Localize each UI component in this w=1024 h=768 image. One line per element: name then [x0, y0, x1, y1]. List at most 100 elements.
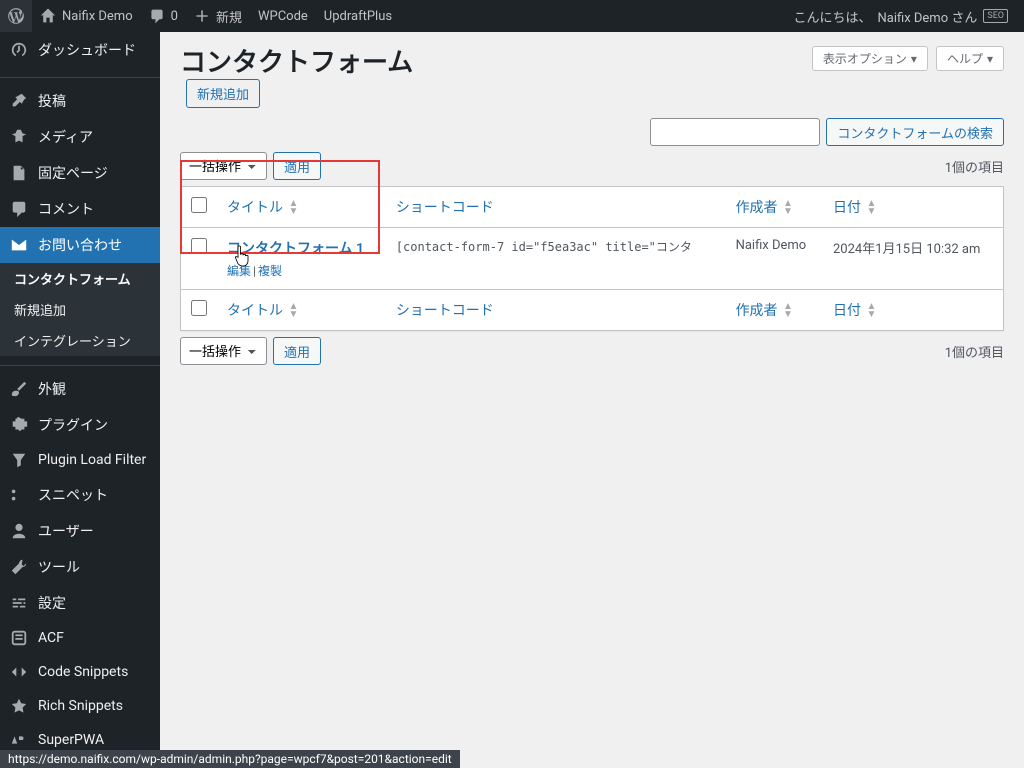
submenu-integration[interactable]: インテグレーション	[0, 325, 160, 356]
search-input[interactable]	[650, 118, 820, 146]
wp-body: コンタクトフォーム 新規追加 表示オプション ▾ ヘルプ ▾ コンタクトフォーム…	[160, 32, 1024, 768]
forms-table: タイトル ▲▼ ショートコード 作成者 ▲▼ 日付 ▲▼ コンタクトフォーム 1…	[180, 186, 1004, 331]
col-shortcode-head: ショートコード	[386, 187, 726, 228]
chevron-down-icon: ▾	[987, 52, 993, 66]
col-author-label: 作成者	[736, 303, 778, 319]
submenu-add-new[interactable]: 新規追加	[0, 294, 160, 325]
screen-options-button[interactable]: 表示オプション ▾	[812, 46, 928, 71]
user-display-name: Naifix Demo さん	[877, 7, 977, 26]
comment-icon	[149, 8, 165, 24]
submenu-contact-forms[interactable]: コンタクトフォーム	[0, 263, 160, 294]
col-author-label: 作成者	[736, 200, 778, 216]
apply-button-top[interactable]: 適用	[273, 152, 321, 180]
menu-label: Plugin Load Filter	[38, 452, 146, 468]
col-author-head[interactable]: 作成者 ▲▼	[726, 187, 823, 228]
search-button[interactable]: コンタクトフォームの検索	[826, 118, 1004, 146]
sliders-icon	[10, 594, 28, 612]
menu-plugins[interactable]: プラグイン	[0, 407, 160, 443]
row-author: Naifix Demo	[726, 228, 823, 290]
menu-label: お問い合わせ	[38, 235, 122, 255]
row-duplicate-link[interactable]: 複製	[258, 264, 282, 278]
status-bar-url: https://demo.naifix.com/wp-admin/admin.p…	[0, 750, 460, 768]
menu-dashboard[interactable]: ダッシュボード	[0, 32, 160, 68]
user-icon	[10, 522, 28, 540]
comment-icon	[10, 200, 28, 218]
plugin-icon	[10, 416, 28, 434]
menu-acf[interactable]: ACF	[0, 621, 160, 655]
row-checkbox[interactable]	[191, 238, 207, 254]
menu-label: メディア	[38, 127, 93, 147]
site-home[interactable]: Naifix Demo	[32, 0, 141, 32]
wp-logo[interactable]	[0, 0, 32, 32]
page-title: コンタクトフォーム	[180, 42, 413, 79]
menu-settings[interactable]: 設定	[0, 585, 160, 621]
scissors-icon	[10, 486, 28, 504]
col-title-foot[interactable]: タイトル ▲▼	[217, 290, 386, 331]
menu-separator	[0, 73, 160, 78]
howdy-account[interactable]: こんにちは、 Naifix Demo さん SEO	[785, 0, 1016, 32]
apply-button-bottom[interactable]: 適用	[273, 337, 321, 365]
updraft-link[interactable]: UpdraftPlus	[316, 0, 400, 32]
col-date-head[interactable]: 日付 ▲▼	[823, 187, 1004, 228]
menu-posts[interactable]: 投稿	[0, 83, 160, 119]
plus-icon	[194, 8, 210, 24]
wordpress-icon	[8, 8, 24, 24]
site-name: Naifix Demo	[62, 9, 133, 24]
new-content[interactable]: 新規	[186, 0, 250, 32]
menu-separator	[0, 361, 160, 366]
brush-icon	[10, 380, 28, 398]
admin-menu: ダッシュボード 投稿 メディア 固定ページ コメント お問い合わせ コンタクトフ…	[0, 32, 160, 768]
col-date-label: 日付	[833, 200, 861, 216]
menu-rich-snippets[interactable]: Rich Snippets	[0, 689, 160, 723]
col-date-label: 日付	[833, 303, 861, 319]
menu-appearance[interactable]: 外観	[0, 371, 160, 407]
sort-icon: ▲▼	[288, 200, 298, 216]
dashboard-icon	[10, 41, 28, 59]
menu-users[interactable]: ユーザー	[0, 513, 160, 549]
menu-tools[interactable]: ツール	[0, 549, 160, 585]
menu-label: Rich Snippets	[38, 698, 123, 714]
select-all-bottom[interactable]	[191, 300, 207, 316]
col-title-head[interactable]: タイトル ▲▼	[217, 187, 386, 228]
row-shortcode: [contact-form-7 id="f5ea3ac" title="コンタ	[386, 228, 726, 290]
col-title-label: タイトル	[227, 200, 283, 216]
wrench-icon	[10, 558, 28, 576]
comments-link[interactable]: 0	[141, 0, 186, 32]
row-date: 2024年1月15日 10:32 am	[823, 228, 1004, 290]
acf-icon	[10, 629, 28, 647]
pwa-icon	[10, 731, 28, 749]
help-button[interactable]: ヘルプ ▾	[936, 46, 1004, 71]
bulk-action-select-bottom[interactable]: 一括操作	[180, 337, 267, 365]
sort-icon: ▲▼	[783, 200, 793, 216]
menu-label: Code Snippets	[38, 664, 128, 680]
col-title-label: タイトル	[227, 303, 283, 319]
menu-label: ツール	[38, 557, 80, 577]
menu-comments[interactable]: コメント	[0, 191, 160, 227]
col-author-foot[interactable]: 作成者 ▲▼	[726, 290, 823, 331]
menu-code-snippets[interactable]: Code Snippets	[0, 655, 160, 689]
menu-label: ACF	[38, 630, 64, 646]
menu-label: 外観	[38, 379, 66, 399]
contact-submenu: コンタクトフォーム 新規追加 インテグレーション	[0, 263, 160, 356]
col-date-foot[interactable]: 日付 ▲▼	[823, 290, 1004, 331]
menu-label: プラグイン	[38, 415, 108, 435]
filter-icon	[10, 451, 28, 469]
bulk-action-select-top[interactable]: 一括操作	[180, 152, 267, 180]
sort-icon: ▲▼	[288, 303, 298, 319]
select-all-top[interactable]	[191, 197, 207, 213]
email-icon	[10, 236, 28, 254]
menu-media[interactable]: メディア	[0, 119, 160, 155]
star-icon	[10, 697, 28, 715]
wpcode-link[interactable]: WPCode	[250, 0, 316, 32]
admin-bar: Naifix Demo 0 新規 WPCode UpdraftPlus こんにち…	[0, 0, 1024, 32]
sort-icon: ▲▼	[783, 303, 793, 319]
menu-pages[interactable]: 固定ページ	[0, 155, 160, 191]
menu-label: スニペット	[38, 485, 108, 505]
menu-snippets[interactable]: スニペット	[0, 477, 160, 513]
menu-plf[interactable]: Plugin Load Filter	[0, 443, 160, 477]
add-new-button[interactable]: 新規追加	[186, 79, 260, 108]
menu-label: ダッシュボード	[38, 40, 136, 60]
media-icon	[10, 128, 28, 146]
seo-badge: SEO	[983, 9, 1008, 23]
menu-contact[interactable]: お問い合わせ	[0, 227, 160, 263]
